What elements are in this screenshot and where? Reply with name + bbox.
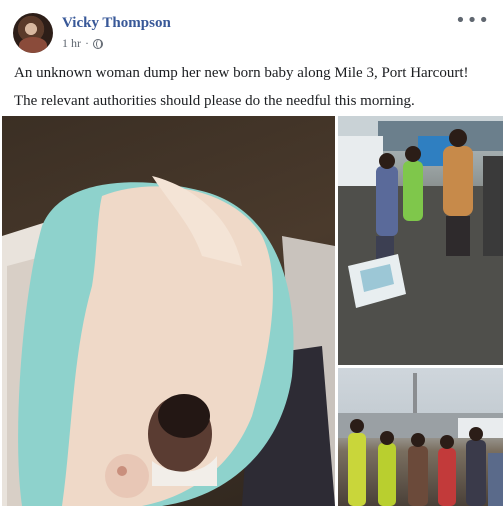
globe-icon[interactable] <box>93 38 103 49</box>
more-options-icon[interactable]: ••• <box>455 10 490 31</box>
post-meta: 1 hr · <box>62 36 103 51</box>
meta-separator: · <box>85 36 89 50</box>
post-paragraph-1: An unknown woman dump her new born baby … <box>14 65 469 81</box>
author-name[interactable]: Vicky Thompson <box>62 15 171 32</box>
crowd-on-road-photo[interactable] <box>338 368 503 506</box>
post-header: Vicky Thompson 1 hr · ••• <box>0 0 504 58</box>
newborn-baby-in-blanket-photo[interactable] <box>2 116 335 506</box>
avatar[interactable] <box>13 13 53 53</box>
post-text: An unknown woman dump her new born baby … <box>14 63 494 119</box>
post-time[interactable]: 1 hr <box>62 36 81 51</box>
post-paragraph-2: The relevant authorities should please d… <box>14 93 415 109</box>
street-crowd-with-bag-photo[interactable] <box>338 116 503 365</box>
photo-grid <box>0 116 504 506</box>
